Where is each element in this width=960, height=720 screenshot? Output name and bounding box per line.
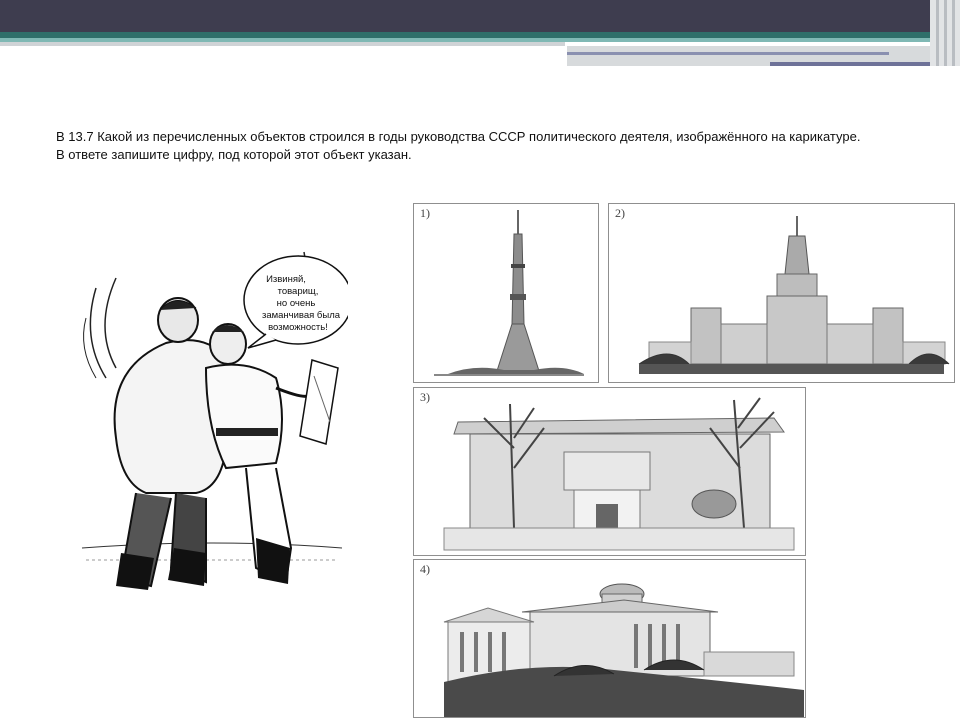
question-text: В 13.7 Какой из перечисленных объектов с… [56,128,916,164]
option-2-image: 2) [608,203,955,383]
option-1-image: 1) [413,203,599,383]
speech-line: возможность! [268,322,328,333]
pashkov-house-drawing [443,583,804,717]
speech-line: Извиняй, [266,274,306,285]
speech-line: но очень [277,298,316,309]
mansion-drawing [443,397,795,551]
tv-tower-drawing [434,210,584,376]
question-line: В 13.7 Какой из перечисленных объектов с… [56,129,861,144]
caricature-drawing: Извиняй, товарищ, но очень заманчивая бы… [81,251,353,590]
option-number: 1) [420,206,430,220]
caricature-image: Извиняй, товарищ, но очень заманчивая бы… [76,248,353,608]
msu-building-drawing [638,216,950,374]
option-3-image: 3) [413,387,806,556]
option-number: 2) [615,206,625,220]
header-corner [930,0,960,66]
speech-line: заманчивая была [262,310,341,321]
header-ribbon-line [567,52,889,55]
answer-instruction: В ответе запишите цифру, под которой это… [56,147,412,162]
speech-line: товарищ, [278,286,319,297]
header-stripe-grey [0,42,565,46]
header-bar [0,0,930,32]
option-4-image: 4) [413,559,806,718]
header-ribbon-line [770,62,942,66]
option-number: 4) [420,562,430,576]
option-number: 3) [420,390,430,404]
